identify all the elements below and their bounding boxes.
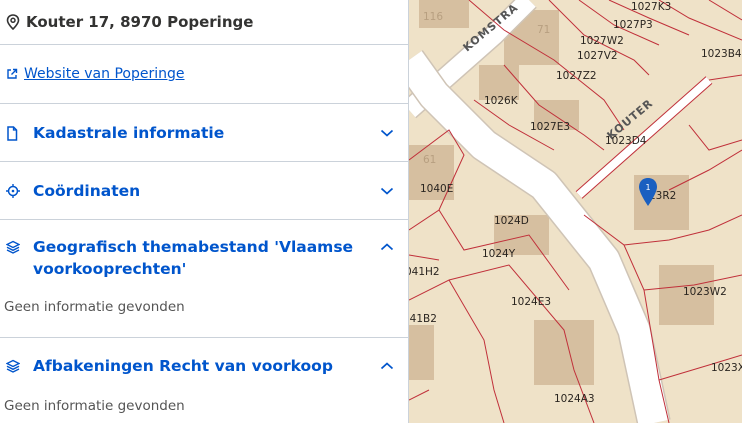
chevron-down-icon[interactable] xyxy=(380,122,394,144)
chevron-down-icon[interactable] xyxy=(380,180,394,202)
parcel-label: 1024E3 xyxy=(511,296,551,308)
layers-icon xyxy=(6,355,20,377)
parcel-label: 1024A3 xyxy=(554,393,595,405)
section-body-text: Geen informatie gevonden xyxy=(4,299,185,315)
parcel-label: 1023X xyxy=(711,362,742,374)
parcel-label: 1027Z2 xyxy=(556,70,597,82)
parcel-label: 1027K3 xyxy=(631,1,671,13)
crosshair-icon xyxy=(6,180,20,202)
location-pin-icon xyxy=(6,14,20,30)
website-link[interactable]: Website van Poperinge xyxy=(24,66,184,82)
section-header-themabestand[interactable]: Geografisch themabestand 'Vlaamse voorko… xyxy=(0,220,408,280)
parcel-label: 1040E xyxy=(420,183,453,195)
section-title: Coördinaten xyxy=(33,182,141,200)
parcel-label: 1023D4 xyxy=(605,135,647,147)
parcel-label: 1026K xyxy=(484,95,519,107)
section-afbakeningen: Afbakeningen Recht van voorkoop Geen inf… xyxy=(0,338,408,423)
parcel-label: 1024D xyxy=(494,215,529,227)
document-icon xyxy=(6,122,20,144)
layers-icon xyxy=(6,236,20,258)
section-body-text: Geen informatie gevonden xyxy=(4,398,185,414)
house-number-label: 61 xyxy=(423,154,436,166)
cadastral-map[interactable]: KOMSTRA KOUTER 1027K3 1027P3 1027W2 1027… xyxy=(409,0,742,423)
address-text: Kouter 17, 8970 Poperinge xyxy=(26,13,254,31)
parcel-label: 1027W2 xyxy=(580,35,624,47)
marker-number: 1 xyxy=(646,183,651,192)
house-number-label: 116 xyxy=(423,11,443,23)
map-canvas[interactable]: KOMSTRA KOUTER 1027K3 1027P3 1027W2 1027… xyxy=(409,0,742,423)
section-title: Kadastrale informatie xyxy=(33,124,225,142)
section-coordinaten: Coördinaten xyxy=(0,162,408,220)
parcel-label: 1027E3 xyxy=(530,121,570,133)
parcel-label: 1027V2 xyxy=(577,50,618,62)
info-panel: Kouter 17, 8970 Poperinge Website van Po… xyxy=(0,0,409,423)
section-kadastrale-informatie: Kadastrale informatie xyxy=(0,104,408,162)
parcel-label: 041B2 xyxy=(409,313,437,325)
section-header-kadastrale[interactable]: Kadastrale informatie xyxy=(0,104,408,144)
external-link-icon xyxy=(6,68,18,80)
house-number-label: 71 xyxy=(537,24,550,36)
section-title: Geografisch themabestand 'Vlaamse voorko… xyxy=(33,238,354,278)
address-header: Kouter 17, 8970 Poperinge xyxy=(0,0,408,45)
parcel-label: 041H2 xyxy=(409,266,440,278)
section-header-afbakeningen[interactable]: Afbakeningen Recht van voorkoop xyxy=(0,338,408,377)
chevron-up-icon[interactable] xyxy=(380,236,394,258)
parcel-label: 1027P3 xyxy=(613,19,653,31)
website-row: Website van Poperinge xyxy=(0,45,408,104)
parcel-label: 1024Y xyxy=(482,248,516,260)
parcel-label: 1023W2 xyxy=(683,286,727,298)
chevron-up-icon[interactable] xyxy=(380,355,394,377)
section-header-coordinaten[interactable]: Coördinaten xyxy=(0,162,408,202)
parcel-label: 1023B4 xyxy=(701,48,742,60)
section-title: Afbakeningen Recht van voorkoop xyxy=(33,357,333,375)
section-geografisch-themabestand: Geografisch themabestand 'Vlaamse voorko… xyxy=(0,220,408,338)
